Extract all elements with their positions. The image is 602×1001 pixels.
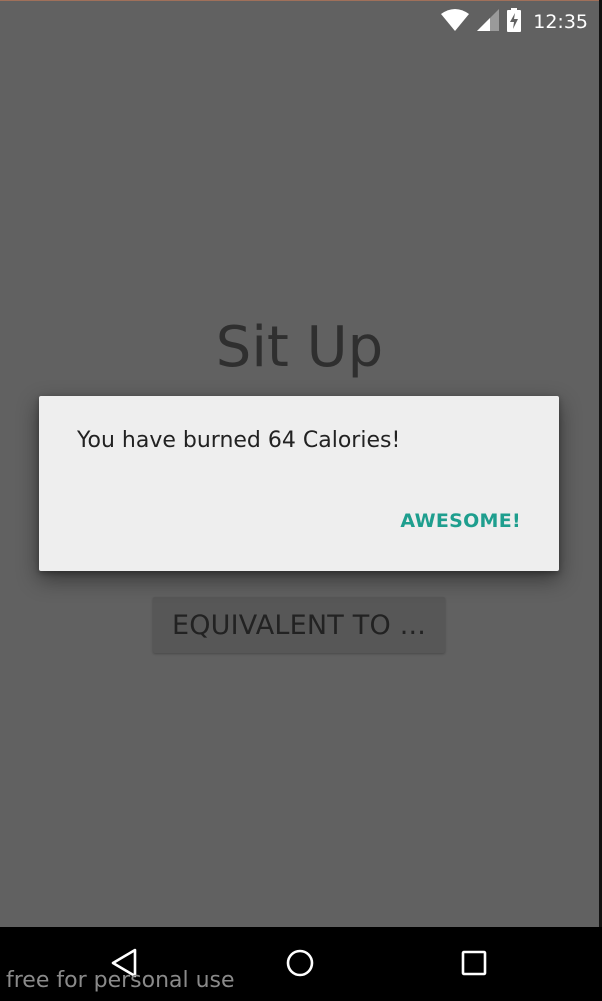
dialog-message: You have burned 64 Calories! xyxy=(77,428,401,453)
status-bar: 12:35 xyxy=(0,1,602,43)
equivalent-to-button[interactable]: EQUIVALENT TO ... xyxy=(153,597,445,653)
awesome-button[interactable]: AWESOME! xyxy=(400,507,521,535)
watermark-text: free for personal use xyxy=(6,968,235,993)
recents-button[interactable] xyxy=(454,945,494,985)
home-button[interactable] xyxy=(280,945,320,985)
home-icon xyxy=(285,948,315,983)
screen-title: Sit Up xyxy=(215,315,384,380)
signal-icon xyxy=(477,8,500,36)
recents-icon xyxy=(460,949,488,982)
status-icons: 12:35 xyxy=(441,7,588,37)
wifi-icon xyxy=(441,8,470,36)
battery-charging-icon xyxy=(507,7,522,37)
calories-dialog: You have burned 64 Calories! AWESOME! xyxy=(39,396,559,571)
status-time: 12:35 xyxy=(533,11,588,33)
